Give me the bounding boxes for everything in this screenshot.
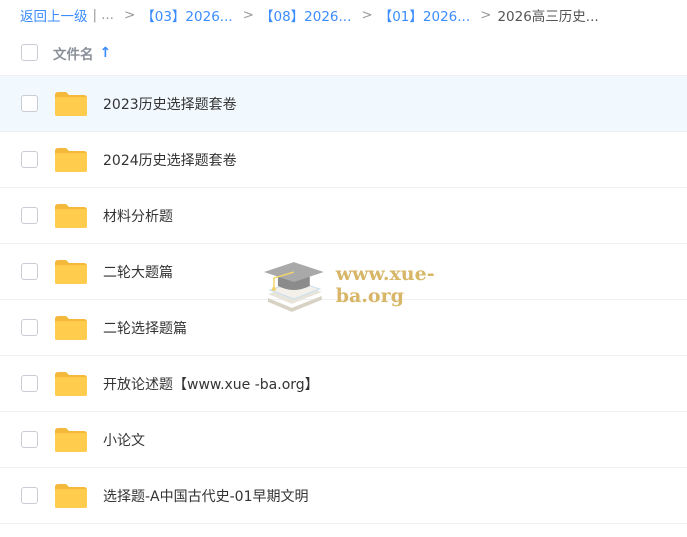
- file-name[interactable]: 2023历史选择题套卷: [103, 94, 237, 114]
- breadcrumb-current: 2026高三历史...: [497, 9, 599, 25]
- breadcrumb-item-1[interactable]: 【03】2026...: [141, 5, 232, 25]
- breadcrumb-item-2[interactable]: 【08】2026...: [260, 5, 351, 25]
- folder-icon: [55, 147, 87, 172]
- breadcrumb-separator: >: [480, 7, 492, 23]
- list-item[interactable]: 2024历史选择题套卷: [0, 132, 687, 188]
- file-name[interactable]: 选择题-A中国古代史-01早期文明: [103, 486, 309, 506]
- sort-ascending-icon[interactable]: ↑: [100, 45, 112, 61]
- folder-icon: [55, 203, 87, 228]
- select-all-checkbox[interactable]: [21, 44, 38, 61]
- breadcrumb: 返回上一级 | ... > 【03】2026... > 【08】2026... …: [0, 0, 687, 30]
- file-name[interactable]: 2024历史选择题套卷: [103, 150, 237, 170]
- breadcrumb-separator: >: [123, 7, 136, 23]
- folder-icon: [55, 315, 87, 340]
- folder-icon: [55, 259, 87, 284]
- row-checkbox[interactable]: [21, 95, 38, 112]
- row-checkbox[interactable]: [21, 487, 38, 504]
- file-name[interactable]: 二轮大题篇: [103, 262, 173, 282]
- file-name[interactable]: 开放论述题【www.xue -ba.org】: [103, 374, 319, 394]
- file-name[interactable]: 小论文: [103, 430, 145, 450]
- breadcrumb-separator: >: [361, 7, 373, 23]
- list-item[interactable]: 2023历史选择题套卷: [0, 76, 687, 132]
- list-item[interactable]: 选择题-A中国古代史-01早期文明: [0, 468, 687, 524]
- breadcrumb-separator: >: [242, 7, 254, 23]
- file-list: 2023历史选择题套卷 2024历史选择题套卷 材料分析题 二轮大题篇 二轮选择…: [0, 76, 687, 524]
- row-checkbox[interactable]: [21, 263, 38, 280]
- folder-icon: [55, 371, 87, 396]
- list-item[interactable]: 材料分析题: [0, 188, 687, 244]
- breadcrumb-item-3[interactable]: 【01】2026...: [379, 5, 470, 25]
- list-item[interactable]: 二轮选择题篇: [0, 300, 687, 356]
- breadcrumb-pipe: |: [92, 7, 98, 23]
- list-item[interactable]: 二轮大题篇: [0, 244, 687, 300]
- folder-icon: [55, 427, 87, 452]
- folder-icon: [55, 483, 87, 508]
- row-checkbox[interactable]: [21, 431, 38, 448]
- row-checkbox[interactable]: [21, 375, 38, 392]
- back-link[interactable]: 返回上一级: [20, 5, 88, 25]
- list-item[interactable]: 小论文: [0, 412, 687, 468]
- file-name[interactable]: 二轮选择题篇: [103, 318, 187, 338]
- breadcrumb-ellipsis[interactable]: ...: [101, 7, 114, 23]
- folder-icon: [55, 91, 87, 116]
- list-item[interactable]: 开放论述题【www.xue -ba.org】: [0, 356, 687, 412]
- file-name[interactable]: 材料分析题: [103, 206, 173, 226]
- filename-column-header[interactable]: 文件名: [53, 43, 94, 63]
- row-checkbox[interactable]: [21, 207, 38, 224]
- list-header: 文件名 ↑: [0, 30, 687, 76]
- row-checkbox[interactable]: [21, 151, 38, 168]
- row-checkbox[interactable]: [21, 319, 38, 336]
